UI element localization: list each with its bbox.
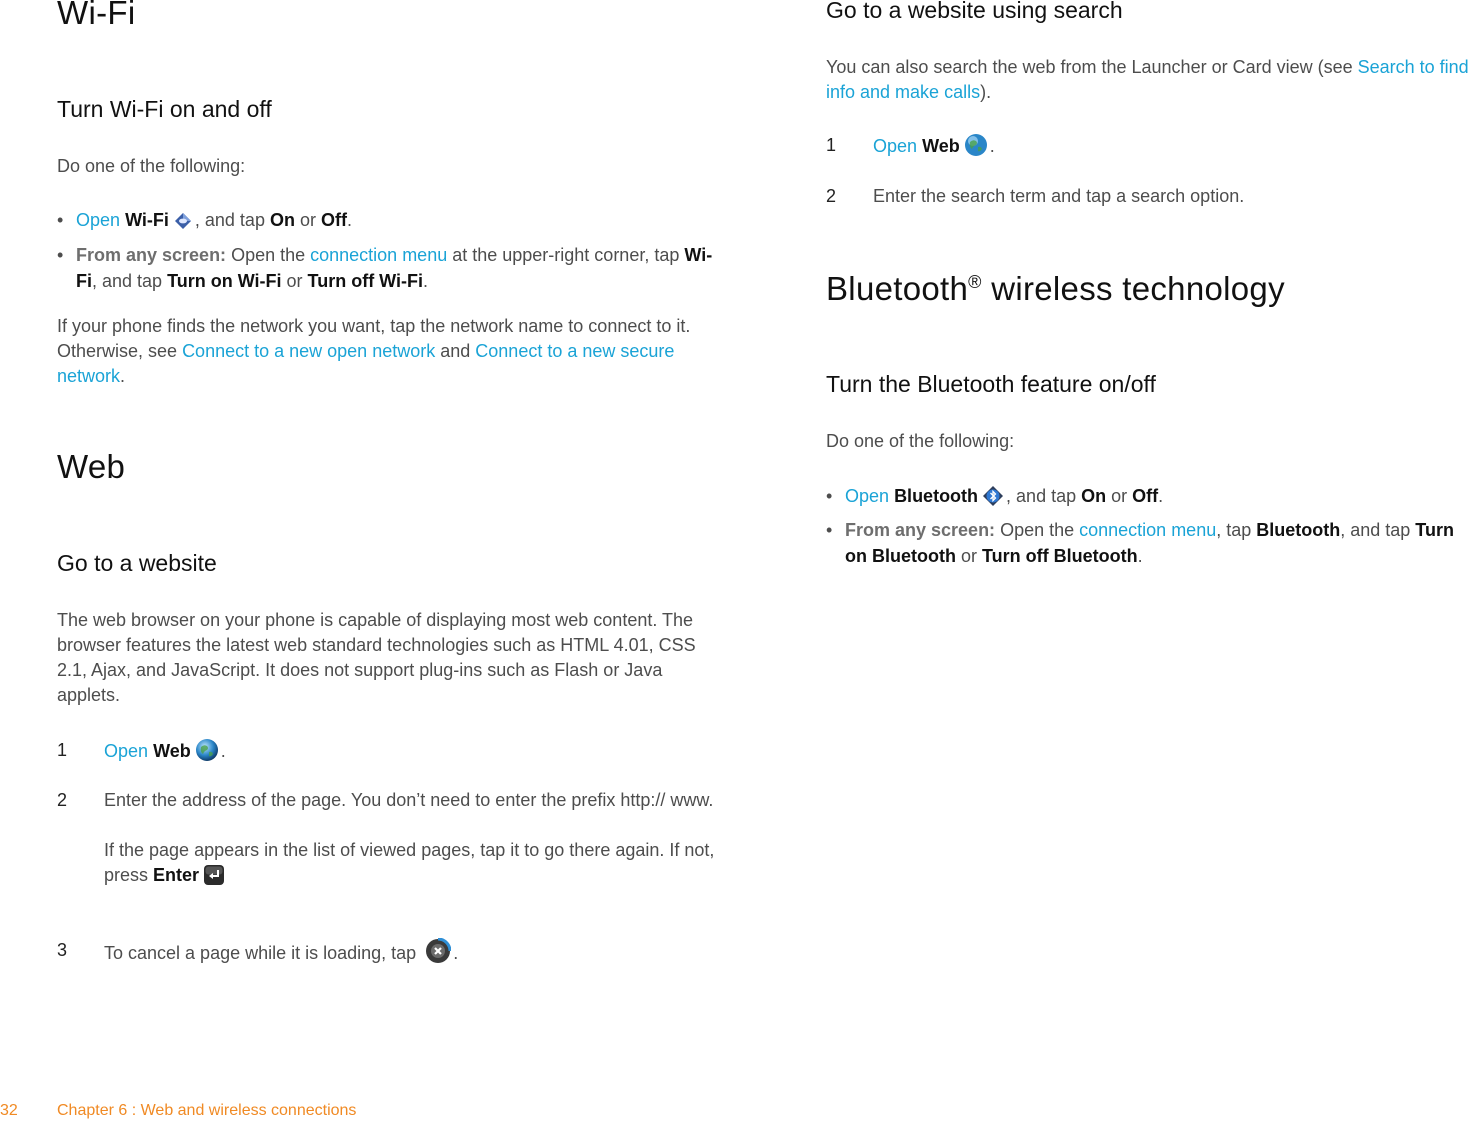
connection-menu-link[interactable]: connection menu: [310, 245, 447, 265]
web-globe-icon: [195, 738, 219, 769]
section-title-wifi: Wi-Fi: [57, 0, 136, 31]
wifi-paragraph: If your phone finds the network you want…: [57, 316, 691, 386]
list-item: • From any screen: Open the connection m…: [57, 245, 713, 291]
connection-menu-link[interactable]: connection menu: [1079, 520, 1216, 540]
page-number: 32: [0, 1102, 18, 1119]
section-title-web: Web: [57, 448, 126, 485]
open-link[interactable]: Open: [76, 210, 120, 230]
open-link[interactable]: Open: [873, 136, 917, 156]
bluetooth-options-list: • Open Bluetooth, and tap On or Off. • F…: [826, 483, 1476, 569]
list-item: • Open Wi-Fi, and tap On or Off.: [57, 207, 717, 238]
enter-key-icon: [203, 864, 225, 893]
wifi-options-list: • Open Wi-Fi, and tap On or Off. • From …: [57, 207, 717, 294]
open-link[interactable]: Open: [845, 486, 889, 506]
chapter-footer: Chapter 6 : Web and wireless connections: [57, 1102, 357, 1119]
wifi-intro: Do one of the following:: [57, 156, 246, 176]
list-item: • From any screen: Open the connection m…: [826, 520, 1454, 566]
open-link[interactable]: Open: [104, 741, 148, 761]
web-paragraph: The web browser on your phone is capable…: [57, 610, 696, 705]
search-paragraph: You can also search the web from the Lau…: [826, 57, 1469, 102]
bluetooth-intro: Do one of the following:: [826, 431, 1015, 451]
wifi-app-icon: [173, 211, 193, 238]
subsection-title-go-to-website: Go to a website: [57, 550, 217, 576]
web-globe-icon: [964, 133, 988, 164]
connect-open-network-link[interactable]: Connect to a new open network: [182, 341, 435, 361]
subsection-title-search: Go to a website using search: [826, 0, 1123, 23]
subsection-title-bluetooth: Turn the Bluetooth feature on/off: [826, 371, 1156, 397]
cancel-load-icon: [425, 937, 452, 971]
section-title-bluetooth: Bluetooth® wireless technology: [826, 270, 1285, 307]
list-item: • Open Bluetooth, and tap On or Off.: [826, 483, 1476, 514]
bluetooth-app-icon: [982, 485, 1004, 514]
subsection-title-wifi: Turn Wi-Fi on and off: [57, 96, 272, 122]
